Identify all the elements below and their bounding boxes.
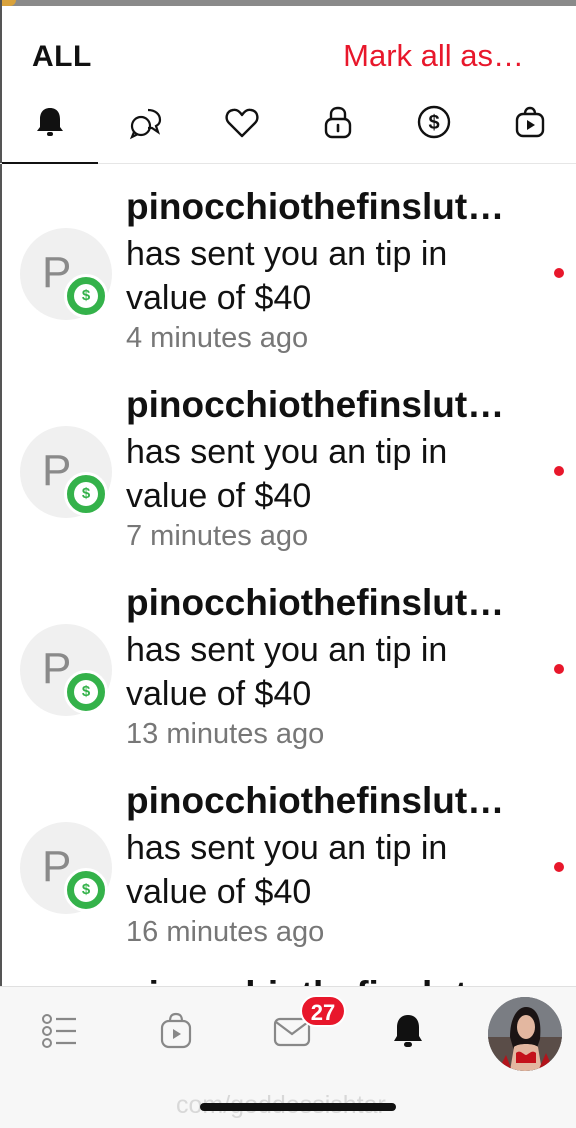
dollar-icon: $ — [417, 105, 451, 139]
mark-all-read-button[interactable]: Mark all as… — [343, 38, 524, 74]
tab-comments[interactable] — [98, 96, 194, 164]
svg-text:$: $ — [428, 112, 439, 134]
home-indicator[interactable] — [200, 1103, 396, 1111]
tab-likes[interactable] — [194, 96, 290, 164]
dollar-icon: $ — [74, 680, 98, 704]
feed-list-icon — [42, 1014, 76, 1048]
tip-badge: $ — [64, 670, 108, 714]
page-title: ALL — [32, 40, 92, 73]
notification-time: 4 minutes ago — [126, 322, 309, 354]
notification-time: 16 minutes ago — [126, 916, 325, 948]
chat-bubble-icon — [129, 108, 162, 140]
notification-message: has sent you an tip in value of $40 — [126, 433, 448, 515]
notification-username[interactable]: pinocchiothefinslut… — [126, 384, 526, 426]
avatar[interactable]: P $ — [20, 228, 112, 320]
notification-time: 13 minutes ago — [126, 718, 325, 750]
video-bag-icon — [515, 106, 545, 138]
unread-dot — [554, 466, 564, 476]
notification-message: has sent you an tip in value of $40 — [126, 631, 448, 713]
nav-feed[interactable] — [30, 1001, 90, 1061]
notification-item[interactable]: P $ pinocchiothefinslut… has sent you an… — [0, 560, 576, 758]
bottom-navigation: 27 com/goddessishtar — [0, 986, 576, 1128]
avatar[interactable]: P $ — [20, 822, 112, 914]
dollar-icon: $ — [74, 878, 98, 902]
notification-item[interactable]: P $ pinocchiothefinslut… has sent you an… — [0, 362, 576, 560]
unread-dot — [554, 268, 564, 278]
notification-message: has sent you an tip in value of $40 — [126, 829, 448, 911]
nav-notifications[interactable] — [378, 1001, 438, 1061]
notification-filter-tabs: $ — [0, 96, 576, 164]
notification-message: has sent you an tip in value of $40 — [126, 235, 448, 317]
notification-list[interactable]: P $ pinocchiothefinslut… has sent you an… — [0, 164, 576, 986]
tab-purchases[interactable] — [482, 96, 576, 164]
messages-count-badge: 27 — [300, 995, 346, 1027]
tip-badge: $ — [64, 868, 108, 912]
heart-icon — [225, 108, 259, 138]
tip-badge: $ — [64, 274, 108, 318]
profile-photo — [488, 997, 562, 1071]
notifications-header: ALL Mark all as… — [0, 6, 576, 96]
tab-subscriptions[interactable] — [290, 96, 386, 164]
notification-item[interactable]: P $ pinocchiothefinslut… has sent you an… — [0, 758, 576, 956]
avatar[interactable]: P $ — [20, 624, 112, 716]
notification-username[interactable]: pinocchiothefinslut… — [126, 974, 526, 986]
tab-all[interactable] — [2, 96, 98, 164]
unread-dot — [554, 664, 564, 674]
video-bag-icon — [160, 1012, 192, 1049]
avatar[interactable]: P $ — [20, 426, 112, 518]
profile-avatar[interactable] — [488, 997, 562, 1071]
bell-icon — [37, 108, 63, 136]
lock-icon — [324, 106, 352, 139]
nav-store[interactable] — [146, 1001, 206, 1061]
notification-item[interactable]: P $ pinocchiothefinslut… has sent you an… — [0, 164, 576, 362]
dollar-icon: $ — [74, 482, 98, 506]
notifications-bell-icon — [394, 1015, 422, 1047]
notification-time: 7 minutes ago — [126, 520, 309, 552]
tip-badge: $ — [64, 472, 108, 516]
notification-username[interactable]: pinocchiothefinslut… — [126, 582, 526, 624]
unread-dot — [554, 862, 564, 872]
notification-username[interactable]: pinocchiothefinslut… — [126, 186, 526, 228]
tab-tips[interactable]: $ — [386, 96, 482, 164]
notification-item-partial[interactable]: pinocchiothefinslut… — [0, 956, 576, 986]
dollar-icon: $ — [74, 284, 98, 308]
notification-username[interactable]: pinocchiothefinslut… — [126, 780, 526, 822]
